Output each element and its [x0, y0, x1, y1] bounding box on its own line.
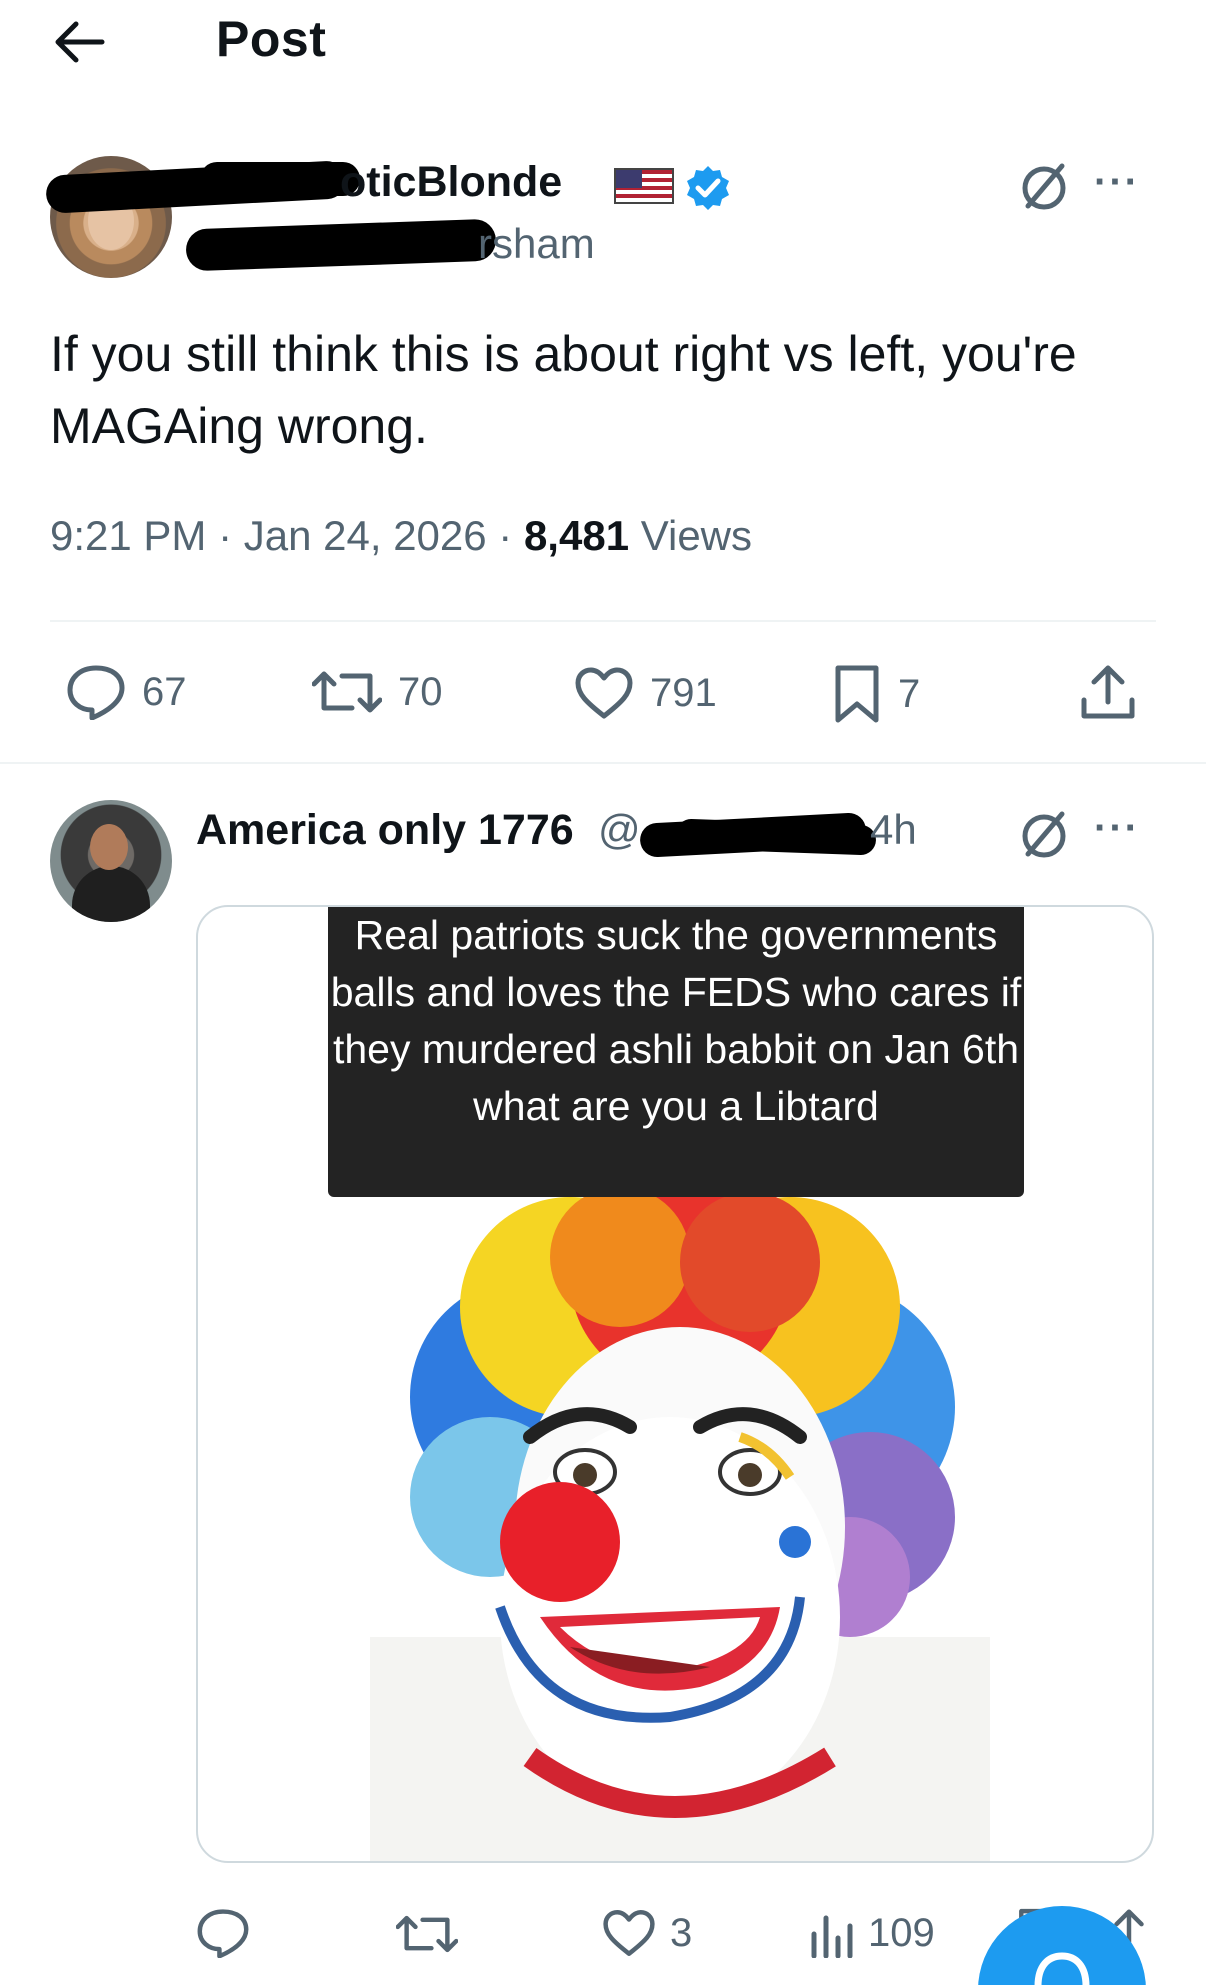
reply-like-count: 3 — [670, 1910, 693, 1955]
bookmark-count: 7 — [898, 671, 921, 716]
bookmark-icon — [835, 665, 879, 723]
bookmark-button[interactable]: 7 — [832, 664, 920, 724]
reply-author-name[interactable]: America only 1776 — [196, 806, 574, 855]
clown-image — [370, 1197, 990, 1861]
like-icon — [575, 667, 633, 719]
compose-reply-icon — [1034, 1952, 1090, 1985]
meta-separator: · — [486, 512, 524, 559]
divider — [0, 762, 1206, 764]
reply-icon — [67, 665, 125, 720]
top-bar: Post — [0, 0, 1206, 90]
divider — [50, 620, 1156, 622]
reply-reply-button[interactable] — [196, 1908, 264, 1958]
reply-views-count: 109 — [868, 1910, 935, 1955]
reply-button[interactable]: 67 — [66, 664, 187, 720]
author-display-name[interactable]: oticBlonde — [340, 158, 562, 207]
redaction-mark — [200, 162, 360, 196]
reply-views-button[interactable]: 109 — [810, 1908, 935, 1958]
reply-media[interactable]: Real patriots suck the governments balls… — [196, 905, 1154, 1863]
reply-author-handle[interactable]: @ — [598, 806, 641, 854]
more-icon[interactable]: ··· — [1094, 806, 1140, 851]
post-meta: 9:21 PM · Jan 24, 2026 · 8,481 Views — [50, 512, 752, 560]
views-label: Views — [629, 512, 753, 559]
reply-like-button[interactable]: 3 — [602, 1908, 692, 1958]
reply-repost-button[interactable] — [396, 1912, 472, 1956]
author-handle[interactable]: rsham — [478, 220, 595, 268]
repost-button[interactable]: 70 — [312, 668, 443, 716]
like-button[interactable]: 791 — [574, 666, 717, 720]
verified-badge-icon[interactable] — [684, 164, 732, 212]
back-arrow-icon[interactable] — [50, 18, 106, 66]
post-date[interactable]: Jan 24, 2026 — [244, 512, 487, 559]
post-text: If you still think this is about right v… — [50, 326, 1077, 454]
views-chart-icon — [811, 1915, 853, 1958]
like-icon — [603, 1910, 655, 1956]
redaction-mark — [185, 218, 497, 272]
repost-icon — [312, 671, 382, 713]
repost-icon — [396, 1915, 458, 1953]
share-icon — [1081, 665, 1135, 719]
repost-count: 70 — [398, 669, 443, 714]
image-caption: Real patriots suck the governments balls… — [328, 907, 1024, 1197]
page-title: Post — [216, 11, 327, 67]
reply-author-avatar[interactable] — [50, 800, 172, 922]
post-time[interactable]: 9:21 PM — [50, 512, 206, 559]
meta-separator: · — [206, 512, 244, 559]
grok-icon[interactable] — [1016, 158, 1072, 214]
more-icon[interactable]: ··· — [1094, 160, 1140, 205]
views-count[interactable]: 8,481 — [524, 512, 629, 559]
like-count: 791 — [650, 670, 717, 715]
flag-icon — [614, 168, 674, 204]
share-button[interactable] — [1080, 664, 1136, 722]
reply-time[interactable]: 4h — [870, 806, 917, 854]
reply-icon — [197, 1909, 249, 1958]
reply-count: 67 — [142, 669, 187, 714]
grok-icon[interactable] — [1016, 806, 1072, 862]
